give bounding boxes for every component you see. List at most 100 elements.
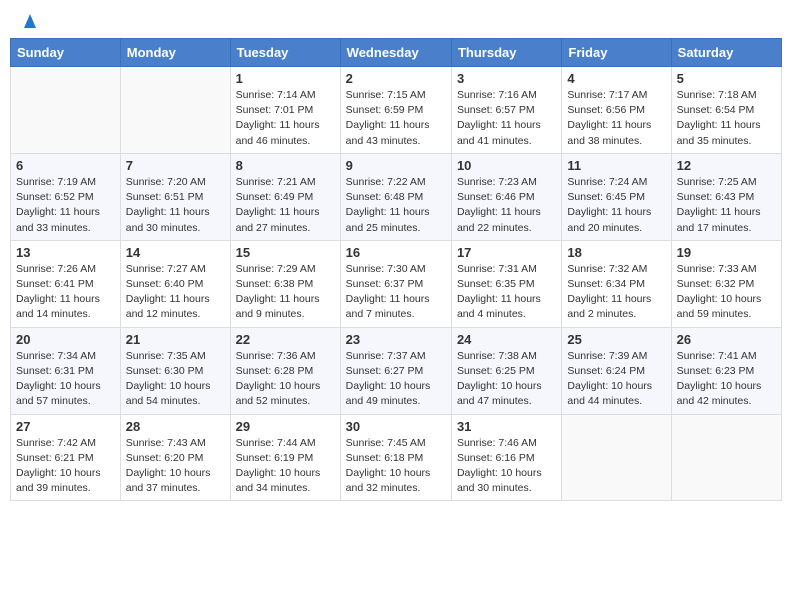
- calendar-body: 1 Sunrise: 7:14 AMSunset: 7:01 PMDaylight…: [11, 67, 782, 501]
- day-number: 14: [126, 245, 225, 260]
- calendar-cell: [671, 414, 781, 501]
- calendar-cell: 18 Sunrise: 7:32 AMSunset: 6:34 PMDayligh…: [562, 240, 671, 327]
- day-info: Sunrise: 7:31 AMSunset: 6:35 PMDaylight:…: [457, 262, 556, 323]
- weekday-header-row: SundayMondayTuesdayWednesdayThursdayFrid…: [11, 39, 782, 67]
- day-info: Sunrise: 7:29 AMSunset: 6:38 PMDaylight:…: [236, 262, 335, 323]
- weekday-header-saturday: Saturday: [671, 39, 781, 67]
- day-info: Sunrise: 7:20 AMSunset: 6:51 PMDaylight:…: [126, 175, 225, 236]
- calendar-cell: 25 Sunrise: 7:39 AMSunset: 6:24 PMDayligh…: [562, 327, 671, 414]
- day-number: 9: [346, 158, 446, 173]
- calendar-cell: 13 Sunrise: 7:26 AMSunset: 6:41 PMDayligh…: [11, 240, 121, 327]
- calendar-cell: 6Sunrise: 7:19 AMSunset: 6:52 PMDaylight…: [11, 153, 121, 240]
- day-number: 3: [457, 71, 556, 86]
- calendar-cell: 24 Sunrise: 7:38 AMSunset: 6:25 PMDayligh…: [451, 327, 561, 414]
- day-number: 10: [457, 158, 556, 173]
- day-number: 16: [346, 245, 446, 260]
- calendar-cell: 19 Sunrise: 7:33 AMSunset: 6:32 PMDayligh…: [671, 240, 781, 327]
- calendar-cell: 8 Sunrise: 7:21 AMSunset: 6:49 PMDaylight…: [230, 153, 340, 240]
- day-info: Sunrise: 7:18 AMSunset: 6:54 PMDaylight:…: [677, 88, 776, 149]
- calendar-cell: 29Sunrise: 7:44 AMSunset: 6:19 PMDayligh…: [230, 414, 340, 501]
- day-info: Sunrise: 7:35 AMSunset: 6:30 PMDaylight:…: [126, 349, 225, 410]
- day-number: 25: [567, 332, 665, 347]
- logo: [18, 14, 40, 30]
- day-number: 21: [126, 332, 225, 347]
- day-info: Sunrise: 7:21 AMSunset: 6:49 PMDaylight:…: [236, 175, 335, 236]
- day-number: 31: [457, 419, 556, 434]
- day-info: Sunrise: 7:16 AMSunset: 6:57 PMDaylight:…: [457, 88, 556, 149]
- calendar-week-5: 27 Sunrise: 7:42 AMSunset: 6:21 PMDayligh…: [11, 414, 782, 501]
- calendar-cell: 28 Sunrise: 7:43 AMSunset: 6:20 PMDayligh…: [120, 414, 230, 501]
- calendar-week-2: 6Sunrise: 7:19 AMSunset: 6:52 PMDaylight…: [11, 153, 782, 240]
- day-number: 15: [236, 245, 335, 260]
- calendar-cell: 12Sunrise: 7:25 AMSunset: 6:43 PMDayligh…: [671, 153, 781, 240]
- day-info: Sunrise: 7:38 AMSunset: 6:25 PMDaylight:…: [457, 349, 556, 410]
- calendar-week-3: 13 Sunrise: 7:26 AMSunset: 6:41 PMDayligh…: [11, 240, 782, 327]
- calendar-cell: 17Sunrise: 7:31 AMSunset: 6:35 PMDayligh…: [451, 240, 561, 327]
- day-info: Sunrise: 7:37 AMSunset: 6:27 PMDaylight:…: [346, 349, 446, 410]
- day-info: Sunrise: 7:24 AMSunset: 6:45 PMDaylight:…: [567, 175, 665, 236]
- day-info: Sunrise: 7:45 AMSunset: 6:18 PMDaylight:…: [346, 436, 446, 497]
- day-info: Sunrise: 7:17 AMSunset: 6:56 PMDaylight:…: [567, 88, 665, 149]
- calendar-cell: 22Sunrise: 7:36 AMSunset: 6:28 PMDayligh…: [230, 327, 340, 414]
- day-info: Sunrise: 7:34 AMSunset: 6:31 PMDaylight:…: [16, 349, 115, 410]
- calendar-cell: 1 Sunrise: 7:14 AMSunset: 7:01 PMDaylight…: [230, 67, 340, 154]
- calendar-cell: 4 Sunrise: 7:17 AMSunset: 6:56 PMDaylight…: [562, 67, 671, 154]
- day-info: Sunrise: 7:46 AMSunset: 6:16 PMDaylight:…: [457, 436, 556, 497]
- day-info: Sunrise: 7:27 AMSunset: 6:40 PMDaylight:…: [126, 262, 225, 323]
- day-info: Sunrise: 7:32 AMSunset: 6:34 PMDaylight:…: [567, 262, 665, 323]
- day-number: 18: [567, 245, 665, 260]
- day-info: Sunrise: 7:23 AMSunset: 6:46 PMDaylight:…: [457, 175, 556, 236]
- calendar-cell: 20Sunrise: 7:34 AMSunset: 6:31 PMDayligh…: [11, 327, 121, 414]
- weekday-header-friday: Friday: [562, 39, 671, 67]
- day-number: 1: [236, 71, 335, 86]
- day-number: 30: [346, 419, 446, 434]
- day-info: Sunrise: 7:42 AMSunset: 6:21 PMDaylight:…: [16, 436, 115, 497]
- day-info: Sunrise: 7:30 AMSunset: 6:37 PMDaylight:…: [346, 262, 446, 323]
- day-number: 8: [236, 158, 335, 173]
- page-header: [10, 10, 782, 34]
- calendar-cell: 30 Sunrise: 7:45 AMSunset: 6:18 PMDayligh…: [340, 414, 451, 501]
- calendar-cell: 11 Sunrise: 7:24 AMSunset: 6:45 PMDayligh…: [562, 153, 671, 240]
- calendar-header: SundayMondayTuesdayWednesdayThursdayFrid…: [11, 39, 782, 67]
- calendar-cell: 27 Sunrise: 7:42 AMSunset: 6:21 PMDayligh…: [11, 414, 121, 501]
- weekday-header-wednesday: Wednesday: [340, 39, 451, 67]
- calendar-cell: 16 Sunrise: 7:30 AMSunset: 6:37 PMDayligh…: [340, 240, 451, 327]
- calendar-cell: 26Sunrise: 7:41 AMSunset: 6:23 PMDayligh…: [671, 327, 781, 414]
- calendar-cell: 5 Sunrise: 7:18 AMSunset: 6:54 PMDaylight…: [671, 67, 781, 154]
- calendar-cell: 23 Sunrise: 7:37 AMSunset: 6:27 PMDayligh…: [340, 327, 451, 414]
- day-info: Sunrise: 7:26 AMSunset: 6:41 PMDaylight:…: [16, 262, 115, 323]
- calendar-cell: [562, 414, 671, 501]
- calendar-cell: [120, 67, 230, 154]
- day-number: 22: [236, 332, 335, 347]
- day-info: Sunrise: 7:22 AMSunset: 6:48 PMDaylight:…: [346, 175, 446, 236]
- day-info: Sunrise: 7:44 AMSunset: 6:19 PMDaylight:…: [236, 436, 335, 497]
- weekday-header-sunday: Sunday: [11, 39, 121, 67]
- day-info: Sunrise: 7:39 AMSunset: 6:24 PMDaylight:…: [567, 349, 665, 410]
- day-number: 28: [126, 419, 225, 434]
- calendar-week-1: 1 Sunrise: 7:14 AMSunset: 7:01 PMDaylight…: [11, 67, 782, 154]
- day-number: 13: [16, 245, 115, 260]
- calendar-week-4: 20Sunrise: 7:34 AMSunset: 6:31 PMDayligh…: [11, 327, 782, 414]
- day-info: Sunrise: 7:33 AMSunset: 6:32 PMDaylight:…: [677, 262, 776, 323]
- day-number: 2: [346, 71, 446, 86]
- day-info: Sunrise: 7:43 AMSunset: 6:20 PMDaylight:…: [126, 436, 225, 497]
- day-number: 27: [16, 419, 115, 434]
- day-number: 24: [457, 332, 556, 347]
- day-info: Sunrise: 7:19 AMSunset: 6:52 PMDaylight:…: [16, 175, 115, 236]
- day-info: Sunrise: 7:41 AMSunset: 6:23 PMDaylight:…: [677, 349, 776, 410]
- weekday-header-thursday: Thursday: [451, 39, 561, 67]
- calendar-cell: [11, 67, 121, 154]
- calendar-table: SundayMondayTuesdayWednesdayThursdayFrid…: [10, 38, 782, 501]
- day-number: 4: [567, 71, 665, 86]
- day-number: 23: [346, 332, 446, 347]
- calendar-cell: 15 Sunrise: 7:29 AMSunset: 6:38 PMDayligh…: [230, 240, 340, 327]
- day-number: 19: [677, 245, 776, 260]
- calendar-cell: 7 Sunrise: 7:20 AMSunset: 6:51 PMDaylight…: [120, 153, 230, 240]
- calendar-cell: 10 Sunrise: 7:23 AMSunset: 6:46 PMDayligh…: [451, 153, 561, 240]
- calendar-cell: 31 Sunrise: 7:46 AMSunset: 6:16 PMDayligh…: [451, 414, 561, 501]
- weekday-header-monday: Monday: [120, 39, 230, 67]
- day-number: 11: [567, 158, 665, 173]
- day-info: Sunrise: 7:14 AMSunset: 7:01 PMDaylight:…: [236, 88, 335, 149]
- day-number: 5: [677, 71, 776, 86]
- day-number: 7: [126, 158, 225, 173]
